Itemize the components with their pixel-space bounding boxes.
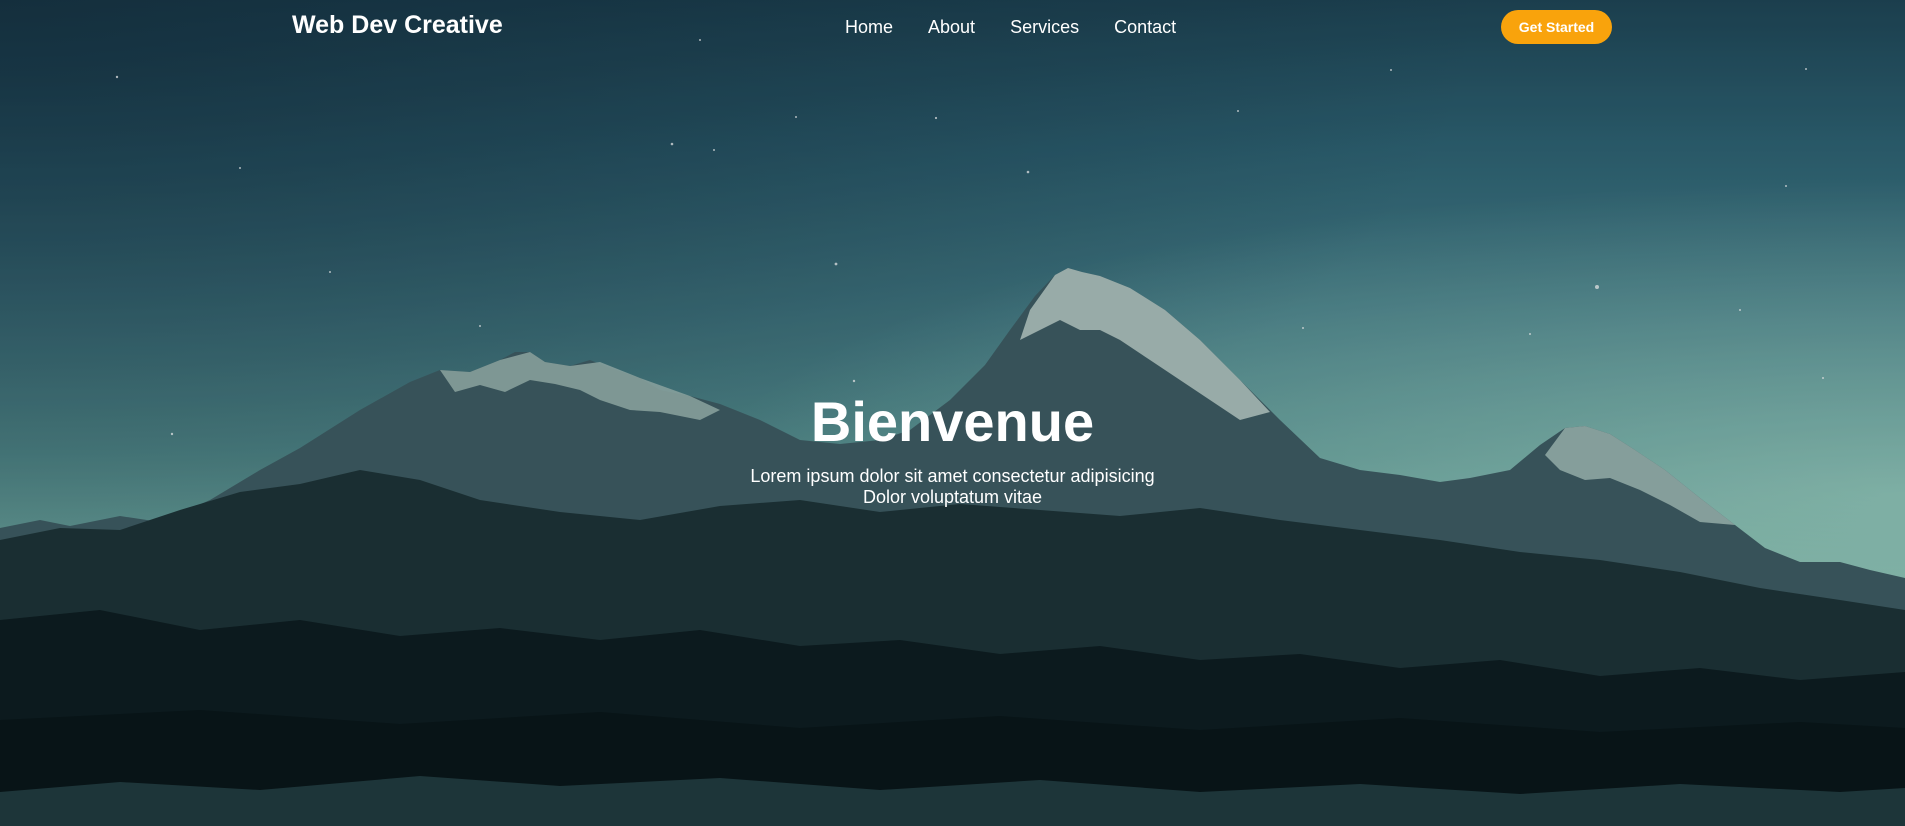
nav-link-contact[interactable]: Contact — [1114, 17, 1176, 38]
navbar: Web Dev Creative Home About Services Con… — [0, 0, 1905, 54]
hero-section: Bienvenue Lorem ipsum dolor sit amet con… — [0, 388, 1905, 508]
nav-link-services[interactable]: Services — [1010, 17, 1079, 38]
get-started-button[interactable]: Get Started — [1501, 10, 1612, 44]
nav-link-about[interactable]: About — [928, 17, 975, 38]
page: Web Dev Creative Home About Services Con… — [0, 0, 1905, 826]
site-logo[interactable]: Web Dev Creative — [292, 11, 503, 40]
hero-subtitle-line-2: Dolor voluptatum vitae — [862, 487, 1043, 507]
main-nav: Home About Services Contact — [845, 17, 1211, 38]
hero-subtitle-line-1: Lorem ipsum dolor sit amet consectetur a… — [750, 466, 1155, 486]
nav-link-home[interactable]: Home — [845, 17, 893, 38]
hero-subtitle: Lorem ipsum dolor sit amet consectetur a… — [0, 466, 1905, 508]
hero-title: Bienvenue — [810, 390, 1095, 453]
